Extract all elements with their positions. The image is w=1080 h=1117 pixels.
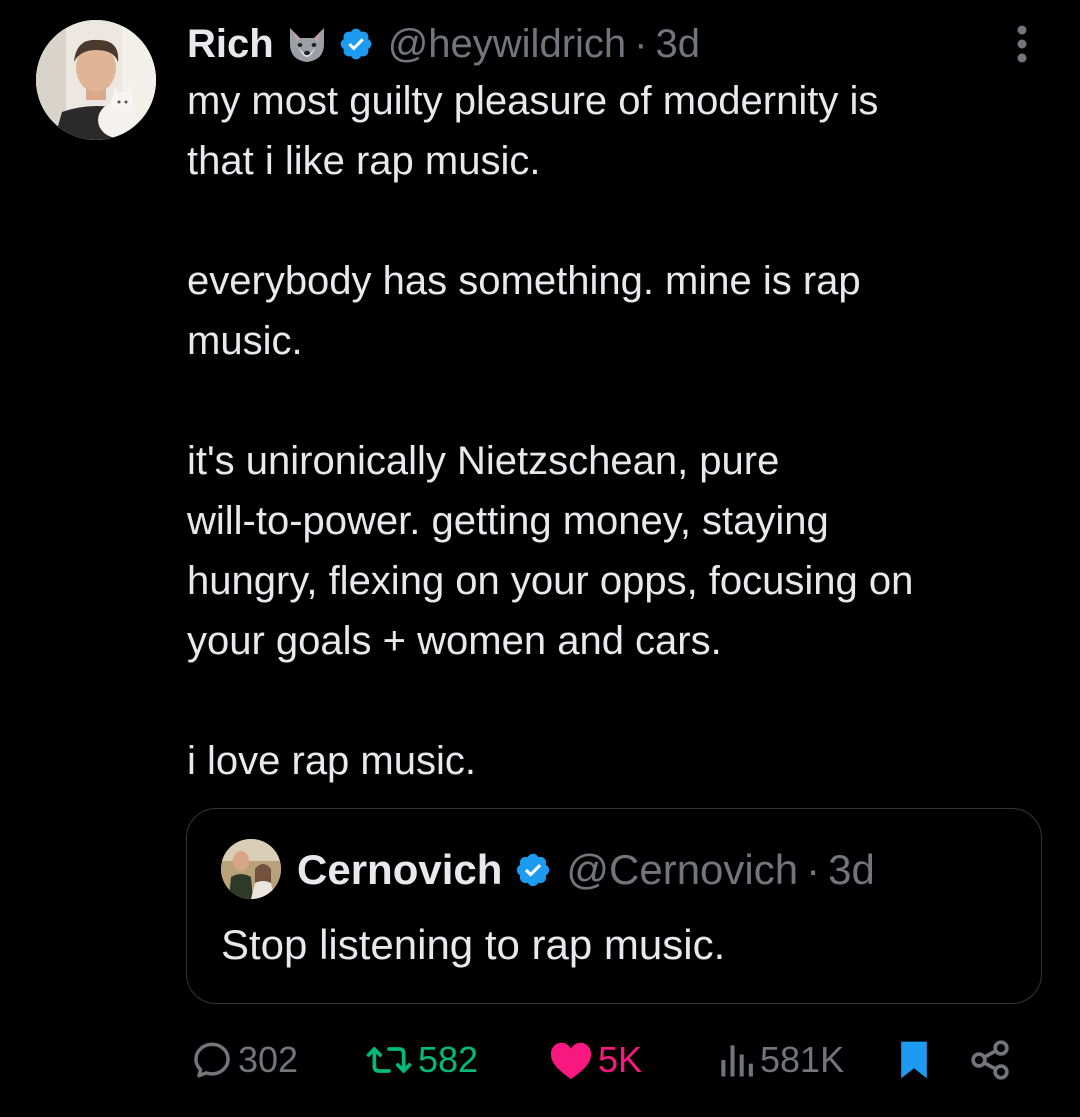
bookmark-filled-icon: [901, 1041, 927, 1079]
reply-button[interactable]: 302: [190, 1030, 298, 1090]
quoted-tweet-text: Stop listening to rap music.: [221, 921, 726, 968]
views-count: 581K: [760, 1039, 845, 1080]
tweet-time[interactable]: 3d: [655, 22, 700, 67]
wolf-face-icon: [284, 24, 330, 64]
retweet-icon: [366, 1047, 412, 1073]
separator-dot: ·: [806, 846, 821, 893]
quoted-tweet-header: Cernovich @Cernovich · 3d: [297, 845, 875, 895]
reply-icon: [194, 1042, 230, 1078]
quoted-tweet-time[interactable]: 3d: [828, 846, 875, 894]
bookmark-button[interactable]: [896, 1030, 932, 1090]
like-button[interactable]: 5K: [548, 1030, 642, 1090]
share-icon: [971, 1040, 1009, 1080]
tweet-paragraph: everybody has something. mine is rap mus…: [187, 259, 861, 363]
tweet-paragraph: my most guilty pleasure of modernity is …: [187, 79, 879, 183]
quoted-author-avatar[interactable]: [221, 839, 281, 899]
views-button[interactable]: 581K: [716, 1030, 844, 1090]
author-handle[interactable]: @heywildrich: [388, 22, 626, 67]
author-avatar[interactable]: [36, 20, 156, 140]
tweet-body: my most guilty pleasure of modernity is …: [187, 71, 1067, 791]
reply-count: 302: [238, 1039, 299, 1080]
author-avatar-image: [36, 20, 156, 140]
tweet-paragraph: it's unironically Nietzschean, pure will…: [187, 439, 914, 663]
quoted-author-name[interactable]: Cernovich: [297, 846, 502, 894]
author-name[interactable]: Rich: [187, 22, 274, 67]
tweet-header: Rich @heywildrich · 3d: [187, 18, 700, 70]
more-vertical-icon: [1017, 25, 1027, 63]
action-bar: 302 582 5K 581K: [186, 1030, 1036, 1090]
tweet-paragraph: i love rap music.: [187, 739, 476, 783]
quoted-tweet[interactable]: Cernovich @Cernovich · 3d Stop listening…: [186, 808, 1042, 1004]
share-button[interactable]: [968, 1030, 1012, 1090]
quoted-avatar-image: [221, 839, 281, 899]
quoted-author-handle[interactable]: @Cernovich: [566, 846, 798, 894]
like-count: 5K: [598, 1039, 643, 1080]
views-chart-icon: [721, 1045, 753, 1077]
retweet-count: 582: [418, 1039, 479, 1080]
heart-filled-icon: [550, 1042, 592, 1080]
retweet-button[interactable]: 582: [364, 1030, 478, 1090]
more-options-button[interactable]: [1000, 22, 1044, 66]
separator-dot: ·: [634, 21, 648, 66]
verified-badge-icon: [338, 26, 374, 62]
verified-badge-icon: [514, 851, 552, 889]
tweet[interactable]: Rich @heywildrich · 3d my most guilty pl…: [0, 0, 1080, 1117]
